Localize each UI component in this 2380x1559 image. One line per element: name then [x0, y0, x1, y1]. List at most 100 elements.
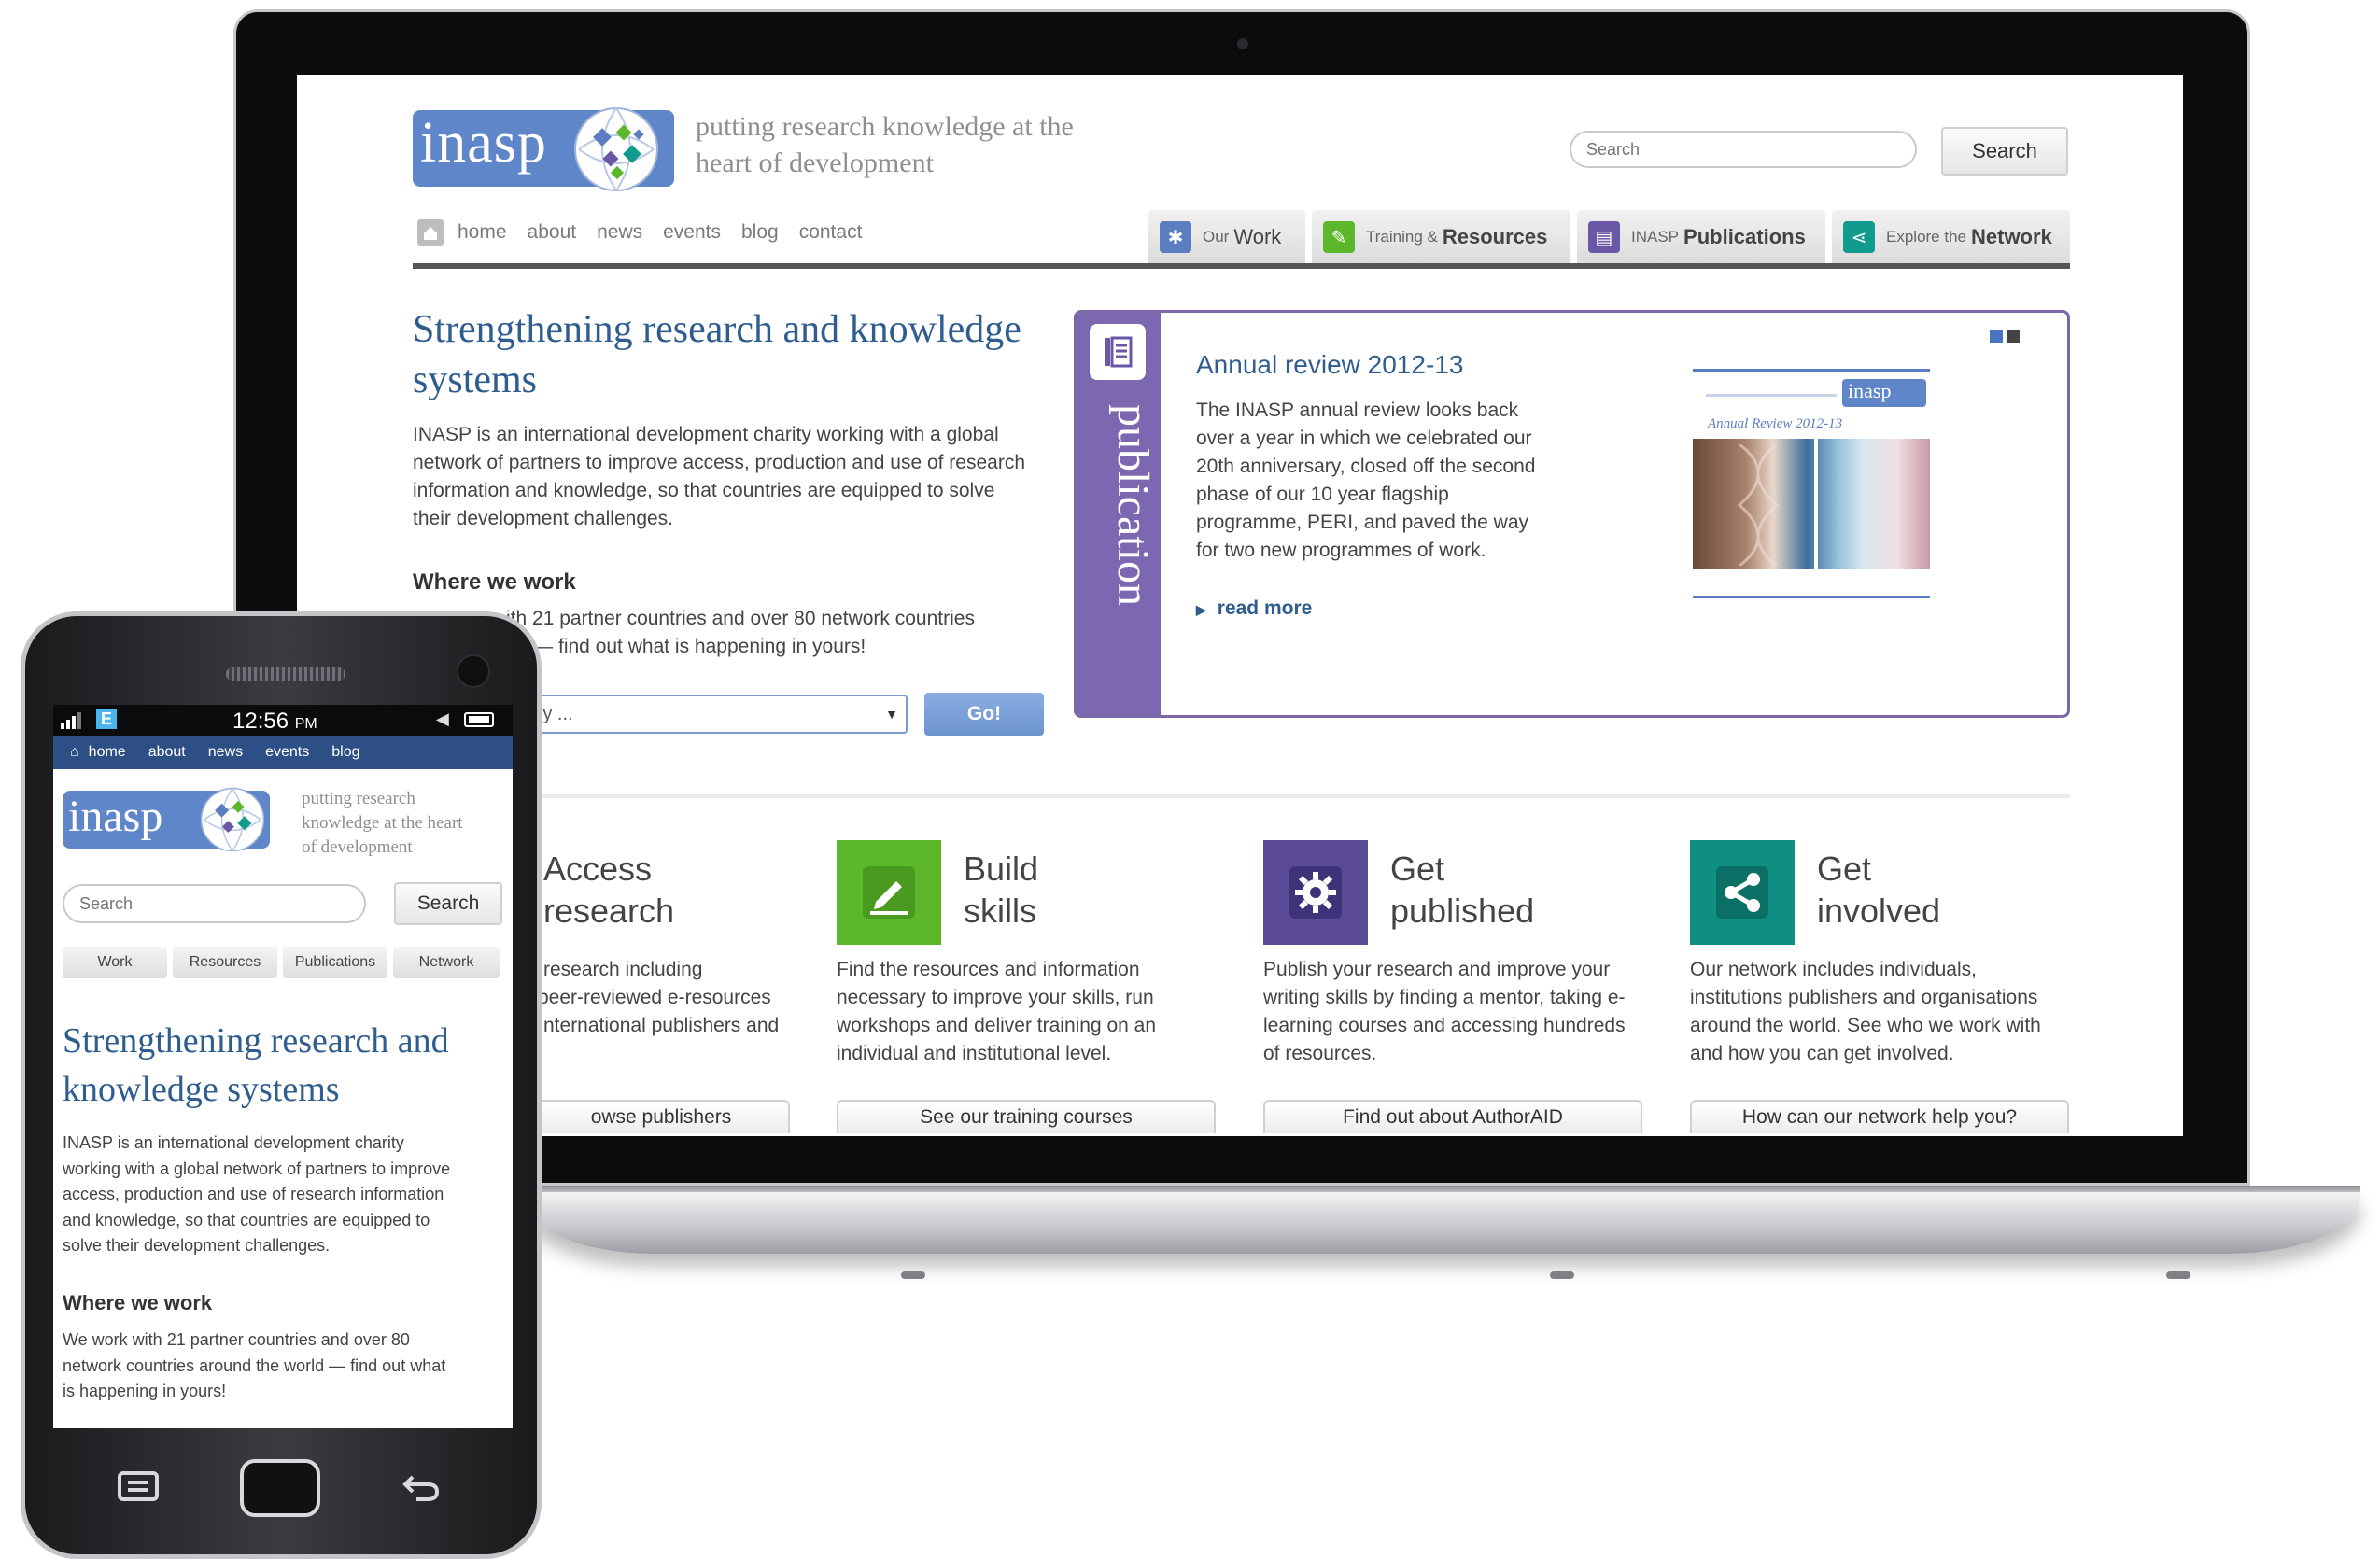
feature-line: individual and institutional level. [837, 1043, 1112, 1064]
laptop-foot-right [2166, 1271, 2190, 1279]
laptop-foot-left [901, 1271, 925, 1279]
publication-line: 20th anniversary, closed off the second [1196, 456, 1536, 477]
book-icon [1090, 324, 1146, 380]
feature-line: necessary to improve your skills, run [837, 987, 1154, 1008]
search-button[interactable]: Search [1941, 127, 2068, 176]
triangle-right-icon: ▶ [1196, 602, 1206, 617]
country-select[interactable]: ntry ... ▼ [512, 695, 908, 734]
home-key[interactable] [240, 1459, 320, 1517]
back-key-icon[interactable] [400, 1468, 443, 1513]
nav-events[interactable]: events [663, 221, 721, 244]
tab-small-label: Explore the [1886, 228, 1966, 246]
feature-title-line: Access [543, 850, 653, 888]
tab-big-label: Resources [1442, 225, 1548, 248]
mobile-intro-text: INASP is an international development ch… [63, 1131, 450, 1259]
mobile-nav-about[interactable]: about [148, 744, 186, 761]
mobile-where-text: We work with 21 partner countries and ov… [63, 1327, 445, 1405]
tab-explore-network[interactable]: ⋖ Explore the Network [1832, 210, 2070, 264]
authoraid-button[interactable]: Find out about AuthorAID [1263, 1100, 1642, 1133]
network-help-button[interactable]: How can our network help you? [1690, 1100, 2069, 1133]
mobile-tagline-line: of development [302, 837, 413, 857]
page-title-line-2: systems [413, 358, 538, 401]
read-more-link[interactable]: ▶ read more [1196, 597, 1312, 620]
mobile-logo[interactable]: inasp [63, 787, 270, 852]
content-divider [413, 794, 2070, 798]
main-nav: home about news events blog contact [416, 217, 862, 248]
feature-line: Publish your research and improve your [1263, 959, 1611, 980]
laptop-camera [1237, 38, 1248, 49]
tab-our-work[interactable]: ✱ Our Work [1148, 210, 1305, 264]
nav-news[interactable]: news [597, 221, 642, 244]
mobile-intro-line: solve their development challenges. [63, 1236, 331, 1255]
mobile-tagline: putting research knowledge at the heart … [302, 787, 463, 860]
search-input[interactable] [1570, 131, 1917, 168]
mobile-nav-events[interactable]: events [265, 744, 309, 761]
gear-icon: ✱ [1160, 221, 1191, 253]
publication-line: programme, PERI, and paved the way [1196, 512, 1529, 533]
site-logo[interactable]: inasp [413, 107, 674, 191]
mobile-search-button[interactable]: Search [394, 882, 502, 925]
feature-line: learning courses and accessing hundreds [1263, 1015, 1626, 1036]
browse-publishers-button[interactable]: owse publishers [532, 1100, 790, 1133]
menu-key-icon[interactable] [117, 1468, 160, 1513]
nav-contact[interactable]: contact [799, 221, 863, 244]
laptop-foot-center [1550, 1271, 1574, 1279]
nav-about[interactable]: about [528, 221, 577, 244]
globe-logo-icon [200, 787, 265, 852]
slider-dot[interactable] [2007, 330, 2020, 343]
tab-inasp-publications[interactable]: ▤ INASP Publications [1577, 210, 1825, 264]
mobile-intro-line: access, production and use of research i… [63, 1185, 444, 1203]
phone-screen: E 12:56 PM ◀ ⌂ home about news events bl… [53, 705, 513, 1428]
feature-title: Get published [1390, 848, 1534, 932]
home-icon[interactable]: ⌂ [70, 744, 79, 761]
feature-line: writing skills by finding a mentor, taki… [1263, 987, 1626, 1008]
mobile-search-input[interactable] [63, 884, 366, 923]
mobile-tab-resources[interactable]: Resources [173, 947, 277, 978]
tab-training-resources[interactable]: ✎ Training & Resources [1312, 210, 1570, 264]
nav-blog[interactable]: blog [741, 221, 779, 244]
network-type-badge: E [96, 709, 117, 729]
status-time-value: 12:56 [232, 709, 289, 734]
publication-strip: publication [1077, 313, 1161, 715]
intro-line: information and knowledge, so that count… [413, 480, 995, 501]
mobile-where-title: Where we work [63, 1291, 213, 1314]
feature-line: institutions publishers and organisation… [1690, 987, 2038, 1008]
home-icon[interactable] [416, 218, 444, 246]
slider-dot-active[interactable] [1990, 330, 2003, 343]
publication-line: for two new programmes of work. [1196, 540, 1486, 561]
dna-helix-icon [1737, 444, 1780, 566]
mobile-tab-publications[interactable]: Publications [283, 947, 387, 978]
gear-icon [1263, 840, 1368, 945]
training-courses-button[interactable]: See our training courses [837, 1100, 1216, 1133]
pencil-icon [837, 840, 941, 945]
cover-text-line [1706, 394, 1837, 397]
mobile-where-line: is happening in yours! [63, 1382, 227, 1400]
mobile-tab-network[interactable]: Network [393, 947, 500, 978]
mobile-nav-home[interactable]: home [89, 744, 126, 761]
intro-text: INASP is an international development ch… [413, 421, 1025, 533]
nav-home[interactable]: home [458, 221, 507, 244]
where-we-work-title: Where we work [413, 569, 576, 595]
feature-title-line: Get [1817, 850, 1872, 888]
tagline-line-2: heart of development [696, 147, 934, 178]
mobile-tab-work[interactable]: Work [63, 947, 167, 978]
mobile-nav-news[interactable]: news [208, 744, 243, 761]
feature-body: Find the resources and information neces… [837, 956, 1156, 1068]
cover-header: inasp [1693, 377, 1930, 407]
share-icon [1690, 840, 1795, 945]
cover-footer [1693, 596, 1930, 598]
tagline-line-1: putting research knowledge at the [696, 111, 1074, 142]
go-button[interactable]: Go! [924, 693, 1044, 736]
status-time-ampm: PM [294, 716, 317, 732]
tab-big-label: Work [1233, 225, 1282, 248]
cover-logo: inasp [1842, 379, 1926, 407]
phone-camera [457, 654, 490, 688]
mobile-nav-blog[interactable]: blog [331, 744, 359, 761]
feature-body: Our network includes individuals, instit… [1690, 956, 2041, 1068]
status-bar: E 12:56 PM ◀ [53, 705, 513, 736]
publication-title[interactable]: Annual review 2012-13 [1196, 350, 1463, 380]
feature-get-published: Get published Publish your research and … [1263, 840, 1655, 1136]
feature-title-line: research [543, 892, 675, 930]
mobile-page-title-line: Strengthening research and [63, 1021, 449, 1060]
annual-review-cover[interactable]: inasp Annual Review 2012-13 [1693, 369, 1930, 605]
